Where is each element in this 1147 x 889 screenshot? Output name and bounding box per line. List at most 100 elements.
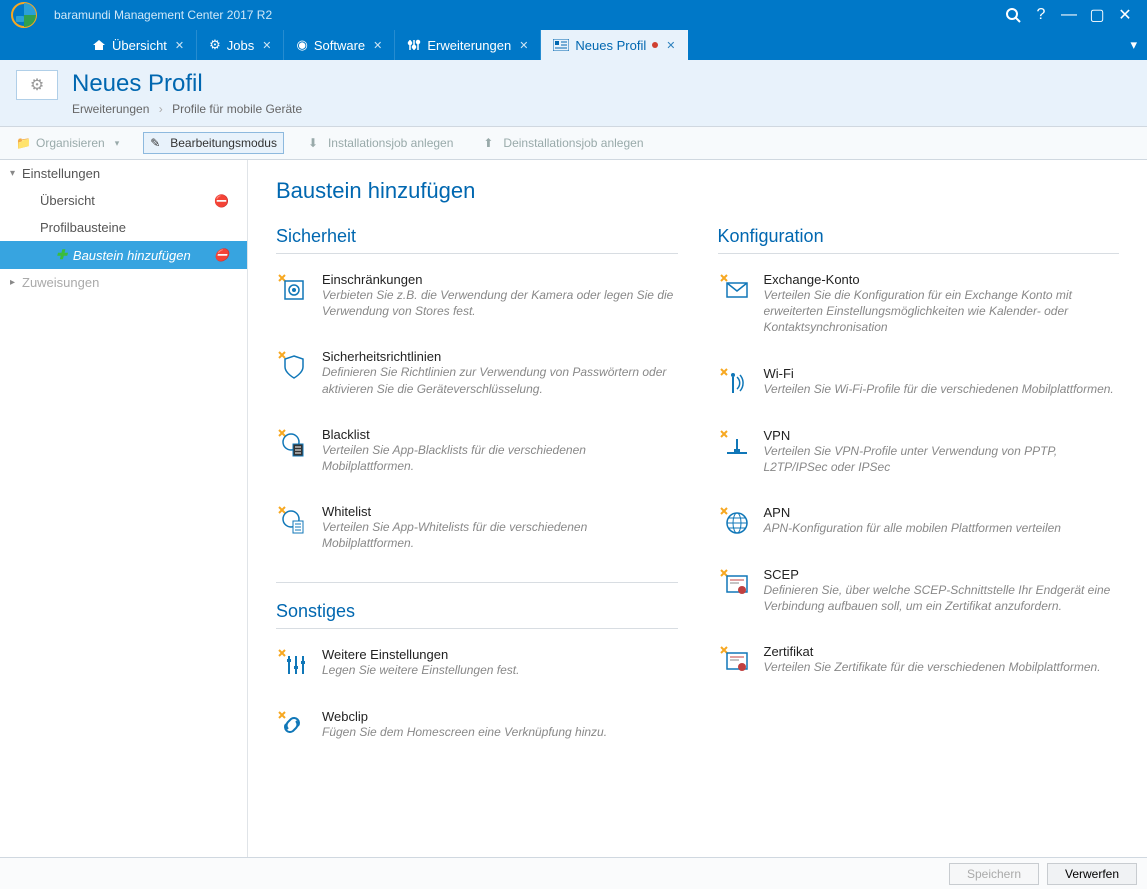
module-whitelist[interactable]: WhitelistVerteilen Sie App-Whitelists fü… — [276, 504, 678, 551]
tab-overflow-icon[interactable]: ▾ — [1120, 30, 1147, 60]
module-desc: Fügen Sie dem Homescreen eine Verknüpfun… — [322, 724, 607, 740]
module-desc: Verteilen Sie App-Whitelists für die ver… — [322, 519, 678, 551]
discard-button[interactable]: Verwerfen — [1047, 863, 1137, 885]
toolbar-label: Installationsjob anlegen — [328, 136, 453, 150]
sidebar-label: Zuweisungen — [22, 275, 99, 290]
module-einschraenkungen[interactable]: EinschränkungenVerbieten Sie z.B. die Ve… — [276, 272, 678, 319]
profile-large-icon — [16, 70, 58, 100]
sidebar-label: Einstellungen — [22, 166, 100, 181]
minimize-icon[interactable]: — — [1055, 1, 1083, 29]
maximize-icon[interactable]: ▢ — [1083, 1, 1111, 29]
home-icon — [92, 38, 106, 52]
install-icon: ⬇ — [308, 136, 322, 150]
sidebar-item-profilbausteine[interactable]: Profilbausteine — [0, 214, 247, 241]
whitelist-icon — [276, 504, 308, 536]
dirty-indicator-icon — [652, 42, 658, 48]
tab-erweiterungen[interactable]: Erweiterungen ✕ — [395, 30, 541, 60]
module-apn[interactable]: APNAPN-Konfiguration für alle mobilen Pl… — [718, 505, 1120, 537]
tab-close-icon[interactable]: ✕ — [373, 39, 382, 52]
tabstrip: Übersicht ✕ ⚙ Jobs ✕ ◉ Software ✕ Erweit… — [0, 30, 1147, 60]
module-title: Whitelist — [322, 504, 678, 519]
module-desc: Verteilen Sie Wi-Fi-Profile für die vers… — [764, 381, 1114, 397]
module-zertifikat[interactable]: ZertifikatVerteilen Sie Zertifikate für … — [718, 644, 1120, 676]
module-desc: Verteilen Sie App-Blacklists für die ver… — [322, 442, 678, 474]
content-heading: Baustein hinzufügen — [276, 178, 1119, 204]
disc-icon: ◉ — [296, 37, 307, 53]
section-heading: Sonstiges — [276, 601, 678, 629]
module-weitere-einstellungen[interactable]: Weitere EinstellungenLegen Sie weitere E… — [276, 647, 678, 679]
module-title: Blacklist — [322, 427, 678, 442]
close-icon[interactable]: ✕ — [1111, 1, 1139, 29]
app-title: baramundi Management Center 2017 R2 — [54, 8, 999, 22]
titlebar: baramundi Management Center 2017 R2 ? — … — [0, 0, 1147, 30]
sidebar-item-zuweisungen[interactable]: ▸ Zuweisungen — [0, 269, 247, 296]
module-title: Webclip — [322, 709, 607, 724]
module-desc: Verteilen Sie VPN-Profile unter Verwendu… — [764, 443, 1120, 475]
toolbar: 📁 Organisieren ✎ Bearbeitungsmodus ⬇ Ins… — [0, 126, 1147, 160]
content: Baustein hinzufügen Sicherheit Einschrän… — [248, 160, 1147, 857]
warning-icon: ⛔ — [214, 194, 229, 208]
toolbar-label: Bearbeitungsmodus — [170, 136, 277, 150]
mail-icon — [718, 272, 750, 304]
sidebar-item-uebersicht[interactable]: Übersicht ⛔ — [0, 187, 247, 214]
module-title: Zertifikat — [764, 644, 1101, 659]
help-icon[interactable]: ? — [1027, 1, 1055, 29]
folder-icon: 📁 — [16, 136, 30, 150]
module-scep[interactable]: SCEPDefinieren Sie, über welche SCEP-Sch… — [718, 567, 1120, 614]
organize-button[interactable]: 📁 Organisieren — [10, 133, 125, 153]
wifi-icon — [718, 366, 750, 398]
module-webclip[interactable]: WebclipFügen Sie dem Homescreen eine Ver… — [276, 709, 678, 741]
module-wifi[interactable]: Wi-FiVerteilen Sie Wi-Fi-Profile für die… — [718, 366, 1120, 398]
section-heading: Konfiguration — [718, 226, 1120, 254]
tab-close-icon[interactable]: ✕ — [666, 39, 675, 52]
module-exchange[interactable]: Exchange-KontoVerteilen Sie die Konfigur… — [718, 272, 1120, 336]
shield-icon — [276, 349, 308, 381]
tab-label: Software — [314, 38, 365, 53]
tab-close-icon[interactable]: ✕ — [262, 39, 271, 52]
tab-close-icon[interactable]: ✕ — [519, 39, 528, 52]
search-icon[interactable] — [999, 1, 1027, 29]
tab-uebersicht[interactable]: Übersicht ✕ — [80, 30, 197, 60]
sidebar-label: Baustein hinzufügen — [73, 248, 191, 263]
tab-neues-profil[interactable]: Neues Profil ✕ — [541, 30, 688, 60]
tab-jobs[interactable]: ⚙ Jobs ✕ — [197, 30, 284, 60]
breadcrumb-item[interactable]: Erweiterungen — [72, 102, 149, 116]
chevron-right-icon: › — [159, 102, 163, 116]
plus-icon: ✚ — [56, 247, 67, 263]
toolbar-label: Deinstallationsjob anlegen — [503, 136, 643, 150]
app-logo — [8, 2, 40, 28]
editmode-button[interactable]: ✎ Bearbeitungsmodus — [143, 132, 284, 154]
module-title: Einschränkungen — [322, 272, 678, 287]
blacklist-icon — [276, 427, 308, 459]
module-vpn[interactable]: VPNVerteilen Sie VPN-Profile unter Verwe… — [718, 428, 1120, 475]
sidebar-item-baustein-add[interactable]: ✚ Baustein hinzufügen ⛔ — [0, 241, 247, 269]
profile-icon — [553, 39, 569, 51]
module-desc: Verbieten Sie z.B. die Verwendung der Ka… — [322, 287, 678, 319]
tab-software[interactable]: ◉ Software ✕ — [284, 30, 395, 60]
module-desc: Verteilen Sie Zertifikate für die versch… — [764, 659, 1101, 675]
button-label: Verwerfen — [1065, 867, 1119, 881]
toolbar-label: Organisieren — [36, 136, 105, 150]
edit-icon: ✎ — [150, 136, 164, 150]
column-sicherheit: Sicherheit EinschränkungenVerbieten Sie … — [276, 226, 678, 771]
tab-close-icon[interactable]: ✕ — [175, 39, 184, 52]
section-heading: Sicherheit — [276, 226, 678, 254]
breadcrumb-item[interactable]: Profile für mobile Geräte — [172, 102, 302, 116]
module-sicherheitsrichtlinien[interactable]: SicherheitsrichtlinienDefinieren Sie Ric… — [276, 349, 678, 396]
module-desc: Legen Sie weitere Einstellungen fest. — [322, 662, 519, 678]
module-title: Exchange-Konto — [764, 272, 1120, 287]
footer: Speichern Verwerfen — [0, 857, 1147, 889]
module-desc: Verteilen Sie die Konfiguration für ein … — [764, 287, 1120, 336]
button-label: Speichern — [967, 867, 1021, 881]
collapse-icon: ▾ — [10, 168, 22, 179]
restrictions-icon — [276, 272, 308, 304]
module-blacklist[interactable]: BlacklistVerteilen Sie App-Blacklists fü… — [276, 427, 678, 474]
sidebar-item-einstellungen[interactable]: ▾ Einstellungen — [0, 160, 247, 187]
warning-icon: ⛔ — [214, 248, 229, 262]
save-button: Speichern — [949, 863, 1039, 885]
link-icon — [276, 709, 308, 741]
divider — [276, 582, 678, 583]
body: ▾ Einstellungen Übersicht ⛔ Profilbauste… — [0, 160, 1147, 857]
sidebar-label: Übersicht — [40, 193, 95, 208]
sliders-icon — [407, 38, 421, 52]
